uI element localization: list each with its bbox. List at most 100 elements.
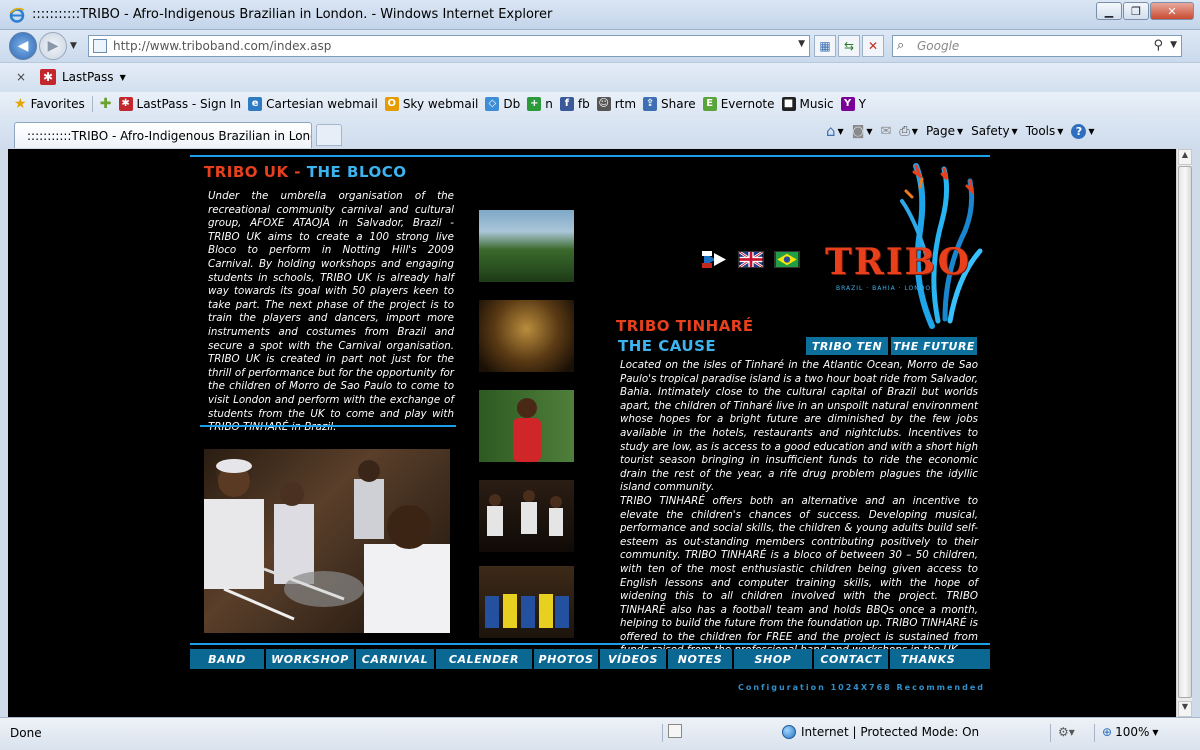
home-button[interactable]: ⌂ ▼ [826, 122, 844, 140]
favorite-item[interactable]: ✱ LastPass - Sign In [118, 97, 242, 111]
nav-shop[interactable]: SHOP [734, 649, 814, 669]
address-url[interactable]: http://www.triboband.com/index.asp [113, 39, 331, 53]
drummers-image [204, 458, 450, 633]
drummers-thumbnail[interactable] [479, 480, 574, 552]
nav-carnival[interactable]: CARNIVAL [356, 649, 436, 669]
favorite-item[interactable]: ◇ Db [485, 97, 520, 111]
nav-notes[interactable]: NOTES [668, 649, 734, 669]
nav-contact[interactable]: CONTACT [814, 649, 890, 669]
favorites-button[interactable]: ★ Favorites [14, 96, 85, 112]
close-window-button[interactable]: ✕ [1150, 2, 1194, 20]
logo-subtitle: BRAZIL · BAHIA · LONDON [836, 285, 937, 292]
favorite-item[interactable]: E Evernote [702, 97, 775, 111]
favorite-item[interactable]: f fb [559, 97, 590, 111]
afoxe-flag-icon[interactable] [702, 251, 728, 268]
help-menu[interactable]: ? ▼ [1071, 123, 1095, 139]
page-content: TRIBO UK - THE BLOCO Under the umbrella … [190, 149, 990, 717]
feeds-button[interactable]: ◙ ▼ [852, 124, 873, 139]
beach-thumbnail[interactable] [479, 210, 574, 282]
singer-thumbnail[interactable] [479, 390, 574, 462]
scroll-up-icon[interactable]: ▲ [1178, 149, 1192, 165]
tools-menu-label: Tools [1025, 124, 1056, 138]
favorite-label: Db [503, 97, 521, 111]
favorite-item[interactable]: O Sky webmail [384, 97, 478, 111]
printer-icon: ⎙ [899, 123, 910, 139]
nav-band[interactable]: BAND [190, 649, 266, 669]
safety-menu[interactable]: Safety ▼ [971, 124, 1018, 138]
scroll-down-icon[interactable]: ▼ [1178, 701, 1192, 717]
close-toolbar-icon[interactable]: × [16, 70, 26, 84]
stop-button[interactable]: ✕ [862, 35, 884, 57]
stop-icon: ✕ [867, 39, 879, 53]
search-dropdown-icon[interactable]: ▼ [1170, 40, 1177, 50]
forward-button[interactable]: ▶ [39, 32, 67, 60]
mail-icon: ✉ [880, 123, 892, 139]
team-thumbnail[interactable] [479, 566, 574, 638]
rss-icon: ◙ [851, 123, 865, 139]
uk-flag-icon[interactable] [738, 251, 764, 268]
compatibility-icon: ▦ [819, 39, 831, 53]
search-placeholder[interactable]: Google [917, 39, 959, 53]
nav-videos[interactable]: VÍDEOS [600, 649, 668, 669]
the-future-tab[interactable]: THE FUTURE [891, 337, 977, 355]
star-icon: ★ [14, 96, 27, 112]
status-helper-icon[interactable]: ⚙▾ [1058, 725, 1075, 739]
arrow-left-icon: ◀ [17, 38, 29, 54]
chevron-down-icon: ▼ [957, 126, 964, 136]
tools-menu[interactable]: Tools ▼ [1026, 124, 1064, 138]
mail-button[interactable]: ✉ [880, 124, 891, 139]
new-tab-button[interactable] [316, 124, 342, 146]
help-icon: ? [1071, 123, 1087, 139]
brazil-flag-icon[interactable] [774, 251, 800, 268]
security-zone[interactable]: Internet | Protected Mode: On [782, 725, 979, 739]
refresh-button[interactable]: ⇆ [838, 35, 860, 57]
zoom-control[interactable]: ⊕ 100% ▼ [1102, 725, 1159, 739]
ie-page-icon: e [248, 97, 263, 111]
lastpass-icon: ✱ [118, 97, 133, 111]
restore-button[interactable]: ❐ [1123, 2, 1149, 20]
favorite-item[interactable]: ⇪ Share [643, 97, 696, 111]
address-bar[interactable]: http://www.triboband.com/index.asp ▼ [88, 35, 810, 57]
favorite-item[interactable]: ☺ rtm [596, 97, 636, 111]
print-button[interactable]: ⎙ ▼ [899, 124, 918, 139]
favorite-label: Y [858, 97, 867, 111]
lastpass-menu[interactable]: ✱ LastPass ▼ [40, 69, 126, 85]
page-menu[interactable]: Page ▼ [926, 124, 963, 138]
chevron-down-icon: ▼ [1152, 727, 1159, 737]
favorite-label: Evernote [720, 97, 775, 111]
address-dropdown-icon[interactable]: ▼ [798, 39, 805, 49]
street-band-thumbnail[interactable] [479, 300, 574, 372]
favorite-item[interactable]: ■ Music [781, 97, 834, 111]
search-icon[interactable]: ⚲ [1153, 38, 1163, 53]
page-viewport: TRIBO UK - THE BLOCO Under the umbrella … [8, 149, 1176, 717]
favorite-label: LastPass - Sign In [136, 97, 242, 111]
add-favorite-icon[interactable]: ✚ [100, 96, 112, 112]
nav-thanks[interactable]: THANKS [890, 649, 966, 669]
nav-workshop[interactable]: WORKSHOP [266, 649, 356, 669]
status-divider [1094, 724, 1095, 742]
bloco-heading-blue: THE BLOCO [306, 163, 407, 181]
tribo-ten-tab[interactable]: TRIBO TEN [806, 337, 888, 355]
search-provider-icon: ⌕ [897, 38, 905, 53]
history-dropdown-icon[interactable]: ▼ [70, 41, 77, 51]
cause-heading-blue: THE CAUSE [618, 337, 717, 355]
lastpass-icon: ✱ [40, 69, 56, 85]
vertical-scrollbar[interactable]: ▲ ▼ [1176, 149, 1192, 717]
page-icon [93, 39, 107, 53]
favorite-item[interactable]: + n [527, 97, 553, 111]
nav-calender[interactable]: CALENDER [436, 649, 534, 669]
tab-tribo[interactable]: :::::::::::TRIBO - Afro-Indigenous Brazi… [14, 122, 312, 148]
drummers-photo [204, 449, 450, 633]
scrollbar-thumb[interactable] [1178, 166, 1192, 698]
singer-image [513, 398, 541, 462]
back-button[interactable]: ◀ [9, 32, 37, 60]
compatibility-view-button[interactable]: ▦ [814, 35, 836, 57]
search-box[interactable]: ⌕ Google ⚲ ▼ [892, 35, 1182, 57]
minimize-button[interactable]: ▁ [1096, 2, 1122, 20]
nav-photos[interactable]: PHOTOS [534, 649, 600, 669]
favorite-item[interactable]: e Cartesian webmail [248, 97, 378, 111]
favorite-item[interactable]: YY [840, 97, 867, 111]
chevron-down-icon: ▼ [1057, 126, 1064, 136]
favorite-label: Share [661, 97, 696, 111]
dropbox-icon: ◇ [485, 97, 500, 111]
